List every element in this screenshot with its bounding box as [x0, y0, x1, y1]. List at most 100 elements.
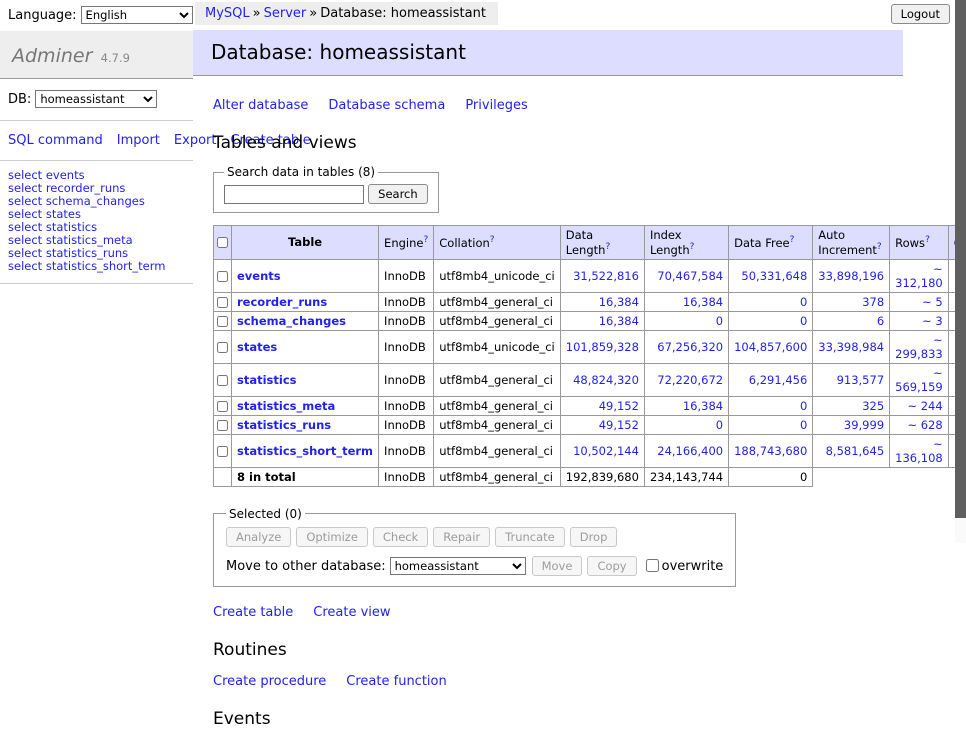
- page-link[interactable]: Database schema: [328, 98, 445, 113]
- data-length-link[interactable]: 31,522,816: [573, 269, 639, 283]
- selected-action-button[interactable]: Drop: [570, 527, 618, 547]
- breadcrumb-server-link[interactable]: Server: [264, 6, 307, 21]
- select-link[interactable]: select: [8, 259, 42, 273]
- select-all-checkbox[interactable]: [217, 237, 228, 248]
- data-length-link[interactable]: 49,152: [599, 399, 639, 413]
- selected-action-button[interactable]: Analyze: [226, 527, 291, 547]
- column-help-link[interactable]: ?: [790, 235, 795, 245]
- row-checkbox[interactable]: [217, 446, 228, 457]
- rows-link[interactable]: ~ 299,833: [895, 333, 943, 361]
- page-link[interactable]: Create view: [313, 605, 390, 620]
- index-length-link[interactable]: 16,384: [683, 399, 723, 413]
- rows-link[interactable]: ~ 569,159: [895, 366, 943, 394]
- table-name-link[interactable]: statistics_short_term: [237, 444, 373, 458]
- selected-action-button[interactable]: Truncate: [495, 527, 565, 547]
- data-free-link[interactable]: 50,331,648: [741, 269, 807, 283]
- select-link[interactable]: select: [8, 168, 42, 182]
- data-length-link[interactable]: 16,384: [599, 314, 639, 328]
- table-name-link[interactable]: statistics: [237, 373, 297, 387]
- routine-link[interactable]: Create function: [346, 674, 446, 689]
- table-link[interactable]: statistics: [46, 220, 97, 234]
- selected-action-button[interactable]: Repair: [433, 527, 490, 547]
- select-link[interactable]: select: [8, 181, 42, 195]
- data-length-link[interactable]: 10,502,144: [573, 444, 639, 458]
- data-length-link[interactable]: 48,824,320: [573, 373, 639, 387]
- page-link[interactable]: Create table: [213, 605, 293, 620]
- select-link[interactable]: select: [8, 233, 42, 247]
- rows-link[interactable]: ~ 312,180: [895, 262, 943, 290]
- column-help-link[interactable]: ?: [877, 242, 882, 252]
- auto-increment-link[interactable]: 33,398,984: [818, 340, 884, 354]
- table-name-link[interactable]: recorder_runs: [237, 295, 327, 309]
- rows-link[interactable]: ~ 5: [922, 295, 943, 309]
- rows-link[interactable]: ~ 628: [907, 418, 942, 432]
- breadcrumb-mysql-link[interactable]: MySQL: [205, 6, 250, 21]
- row-checkbox[interactable]: [217, 342, 228, 353]
- overwrite-checkbox[interactable]: [646, 559, 659, 572]
- index-length-link[interactable]: 16,384: [683, 295, 723, 309]
- table-link[interactable]: events: [46, 168, 85, 182]
- table-name-link[interactable]: statistics_runs: [237, 418, 331, 432]
- index-length-link[interactable]: 0: [716, 314, 723, 328]
- data-length-link[interactable]: 101,859,328: [566, 340, 639, 354]
- column-help-link[interactable]: ?: [690, 242, 695, 252]
- table-name-link[interactable]: schema_changes: [237, 314, 346, 328]
- table-name-link[interactable]: events: [237, 269, 281, 283]
- column-help-link[interactable]: ?: [605, 242, 610, 252]
- move-database-select[interactable]: homeassistant: [390, 557, 526, 575]
- search-input[interactable]: [224, 185, 364, 204]
- table-link[interactable]: recorder_runs: [46, 181, 126, 195]
- index-length-link[interactable]: 70,467,584: [657, 269, 723, 283]
- table-link[interactable]: statistics_short_term: [46, 259, 166, 273]
- scrollbar-thumb[interactable]: [955, 0, 966, 518]
- auto-increment-link[interactable]: 39,999: [844, 418, 884, 432]
- auto-increment-link[interactable]: 913,577: [837, 373, 885, 387]
- table-link[interactable]: statistics_meta: [46, 233, 133, 247]
- selected-action-button[interactable]: Check: [373, 527, 428, 547]
- row-checkbox[interactable]: [217, 316, 228, 327]
- copy-button[interactable]: Copy: [587, 556, 636, 576]
- adminer-logo-link[interactable]: Adminer: [12, 45, 92, 67]
- rows-link[interactable]: ~ 136,108: [895, 437, 943, 465]
- row-checkbox[interactable]: [217, 420, 228, 431]
- row-checkbox[interactable]: [217, 401, 228, 412]
- column-help-link[interactable]: ?: [423, 235, 428, 245]
- rows-link[interactable]: ~ 3: [922, 314, 943, 328]
- select-link[interactable]: select: [8, 207, 42, 221]
- logout-button[interactable]: Logout: [891, 4, 950, 24]
- auto-increment-link[interactable]: 6: [877, 314, 884, 328]
- column-help-link[interactable]: ?: [490, 235, 495, 245]
- routine-link[interactable]: Create procedure: [213, 674, 326, 689]
- index-length-link[interactable]: 24,166,400: [657, 444, 723, 458]
- data-free-link[interactable]: 6,291,456: [749, 373, 808, 387]
- page-link[interactable]: Privileges: [465, 98, 528, 113]
- auto-increment-link[interactable]: 378: [862, 295, 884, 309]
- auto-increment-link[interactable]: 33,898,196: [818, 269, 884, 283]
- table-name-link[interactable]: statistics_meta: [237, 399, 335, 413]
- auto-increment-link[interactable]: 8,581,645: [826, 444, 885, 458]
- page-link[interactable]: Alter database: [213, 98, 308, 113]
- selected-action-button[interactable]: Optimize: [296, 527, 368, 547]
- table-link[interactable]: states: [46, 207, 81, 221]
- sidebar-link[interactable]: SQL command: [8, 133, 103, 148]
- data-free-link[interactable]: 188,743,680: [734, 444, 807, 458]
- index-length-link[interactable]: 67,256,320: [657, 340, 723, 354]
- db-select[interactable]: homeassistant: [35, 90, 157, 108]
- row-checkbox[interactable]: [217, 375, 228, 386]
- data-free-link[interactable]: 0: [800, 399, 807, 413]
- data-free-link[interactable]: 0: [800, 295, 807, 309]
- auto-increment-link[interactable]: 325: [862, 399, 884, 413]
- row-checkbox[interactable]: [217, 271, 228, 282]
- data-free-link[interactable]: 0: [800, 314, 807, 328]
- row-checkbox[interactable]: [217, 297, 228, 308]
- table-link[interactable]: schema_changes: [46, 194, 145, 208]
- column-help-link[interactable]: ?: [925, 235, 930, 245]
- select-link[interactable]: select: [8, 194, 42, 208]
- table-link[interactable]: statistics_runs: [46, 246, 128, 260]
- select-link[interactable]: select: [8, 220, 42, 234]
- index-length-link[interactable]: 0: [716, 418, 723, 432]
- search-button[interactable]: Search: [368, 184, 428, 204]
- sidebar-link[interactable]: Import: [117, 133, 160, 148]
- move-button[interactable]: Move: [532, 556, 583, 576]
- language-select[interactable]: English: [81, 6, 193, 24]
